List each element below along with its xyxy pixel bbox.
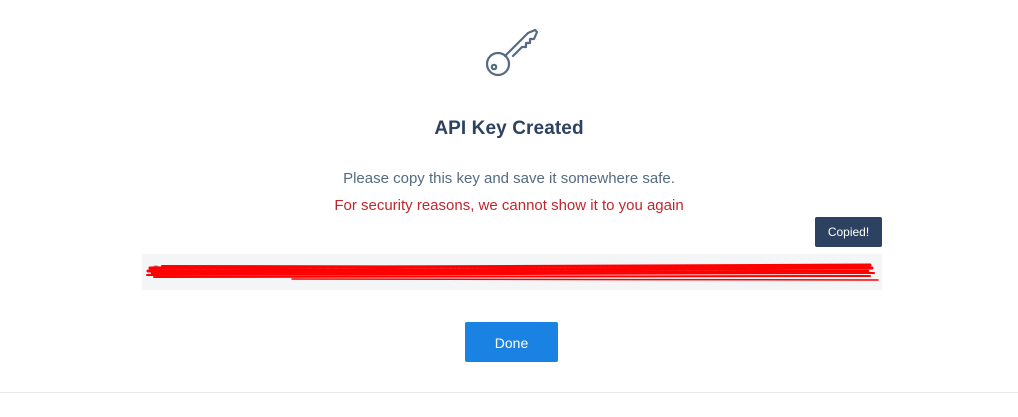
footer-divider bbox=[0, 392, 1018, 393]
security-warning: For security reasons, we cannot show it … bbox=[334, 197, 684, 214]
api-key-created-dialog: API Key Created Please copy this key and… bbox=[0, 0, 1018, 417]
dialog-message: Please copy this key and save it somewhe… bbox=[343, 170, 675, 187]
dialog-title: API Key Created bbox=[434, 118, 584, 139]
redaction-scribble bbox=[146, 263, 879, 281]
done-button[interactable]: Done bbox=[465, 322, 558, 362]
key-icon bbox=[485, 28, 539, 77]
api-key-field[interactable]: SG.xxxxxxxxxxxxxxxxxxxxxxxxxxxxxxxxxxxxx… bbox=[142, 254, 882, 290]
copied-tooltip: Copied! bbox=[815, 217, 882, 247]
